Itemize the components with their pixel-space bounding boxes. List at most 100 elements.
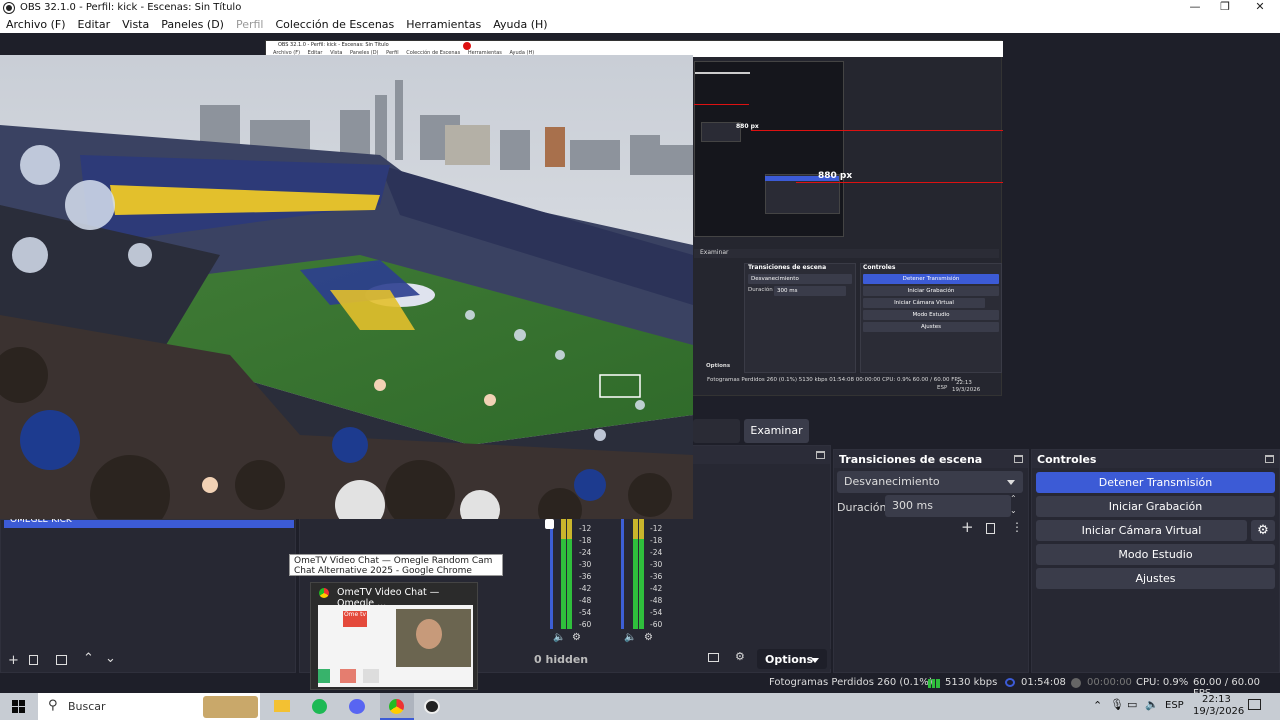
red-guide-line — [796, 182, 1003, 183]
nested-options: Options — [706, 363, 731, 369]
menu-coleccion[interactable]: Colección de Escenas — [270, 18, 401, 31]
network-icon[interactable]: ▭ — [1127, 698, 1137, 711]
obs-taskbar-icon[interactable] — [424, 699, 440, 714]
sources-dock: OMEGLE KICK — [0, 516, 296, 673]
menu-archivo[interactable]: Archivo (F) — [0, 18, 72, 31]
options-menu[interactable]: Options — [765, 653, 813, 666]
add-icon[interactable]: + — [8, 653, 19, 668]
trash-icon[interactable] — [29, 655, 38, 665]
close-icon[interactable]: ✕ — [1245, 0, 1275, 15]
settings-button[interactable]: Ajustes — [1036, 568, 1275, 589]
start-virtual-camera-button[interactable]: Iniciar Cámara Virtual — [1036, 520, 1247, 541]
tick-label: -12 — [579, 524, 592, 533]
spin-up-icon[interactable]: ⌃ — [1010, 494, 1017, 503]
popout-icon[interactable] — [1014, 455, 1023, 463]
nested-record-button: Iniciar Grabación — [863, 286, 999, 296]
trash-icon[interactable] — [986, 523, 995, 534]
tick-label: -36 — [650, 572, 663, 581]
sources-toolbar: + ⌃ ⌄ — [0, 651, 296, 673]
chevron-up-icon[interactable]: ⌃ — [1093, 699, 1102, 712]
taskbar-thumbnail[interactable]: OmeTV Video Chat — Omegle ... Ome tv — [310, 582, 478, 690]
more-options-icon[interactable]: ⋮ — [1011, 520, 1023, 534]
spin-down-icon[interactable]: ⌄ — [1010, 506, 1017, 515]
chevron-down-icon — [811, 658, 819, 663]
transition-value: Desvanecimiento — [844, 475, 940, 488]
menu-editar[interactable]: Editar — [72, 18, 117, 31]
file-explorer-icon[interactable] — [274, 700, 290, 712]
nested-settings-button: Ajustes — [863, 322, 999, 332]
stop-streaming-button[interactable]: Detener Transmisión — [1036, 472, 1275, 493]
windows-start-icon[interactable] — [12, 700, 25, 713]
popout-icon[interactable] — [1265, 455, 1274, 463]
taskbar-search[interactable]: ⚲ Buscar — [38, 693, 260, 720]
add-transition-icon[interactable]: + — [961, 518, 974, 536]
spotify-icon[interactable] — [312, 699, 327, 714]
speaker-icon[interactable]: 🔈 — [624, 632, 636, 643]
move-down-icon[interactable]: ⌄ — [105, 651, 116, 666]
start-recording-button[interactable]: Iniciar Grabación — [1036, 496, 1275, 517]
tick-label: -18 — [650, 536, 663, 545]
move-up-icon[interactable]: ⌃ — [83, 651, 94, 666]
gear-icon[interactable]: ⚙ — [572, 632, 581, 643]
nested-stop-button: Detener Transmisión — [863, 274, 999, 284]
level-meter-peak — [633, 519, 638, 539]
clock-time[interactable]: 22:13 — [1202, 694, 1231, 705]
virtual-camera-settings-icon[interactable]: ⚙ — [1251, 520, 1275, 541]
menu-ayuda[interactable]: Ayuda (H) — [487, 18, 553, 31]
minimize-icon[interactable]: — — [1180, 0, 1210, 15]
speaker-icon[interactable]: 🔈 — [553, 632, 565, 643]
red-guide-line — [694, 104, 749, 105]
language-indicator[interactable]: ESP — [1165, 700, 1184, 711]
search-highlight-image — [203, 696, 258, 718]
controls-header: Controles — [1032, 450, 1279, 468]
studio-mode-button[interactable]: Modo Estudio — [1036, 544, 1275, 565]
chrome-taskbar-button[interactable] — [380, 693, 414, 720]
level-meter-peak — [567, 519, 572, 539]
transition-select[interactable]: Desvanecimiento — [837, 471, 1023, 493]
properties-icon[interactable] — [56, 655, 67, 665]
volume-slider-handle[interactable] — [545, 519, 554, 529]
tick-label: -30 — [650, 560, 663, 569]
measure-label: 880 px — [736, 123, 759, 130]
tick-label: -60 — [579, 620, 592, 629]
nested-duration-label: Duración — [748, 287, 773, 293]
level-meter — [633, 539, 638, 629]
gear-icon[interactable]: ⚙ — [644, 632, 653, 643]
volume-icon[interactable]: 🔈 — [1145, 698, 1159, 711]
popout-icon[interactable] — [816, 451, 825, 459]
chevron-down-icon — [1007, 480, 1015, 485]
tick-label: -54 — [650, 608, 663, 617]
tick-label: -48 — [579, 596, 592, 605]
search-icon: ⚲ — [48, 698, 58, 713]
record-dot-icon — [463, 42, 471, 50]
menu-vista[interactable]: Vista — [116, 18, 155, 31]
examinar-field — [693, 419, 740, 443]
stadium-image-source[interactable] — [0, 55, 693, 519]
cpu-usage: CPU: 0.9% — [1136, 677, 1189, 688]
microphone-icon[interactable]: 🎙 — [1110, 698, 1124, 711]
network-bars-icon — [928, 679, 940, 688]
thumbnail-preview: Ome tv — [318, 605, 473, 687]
examinar-button[interactable]: Examinar — [744, 419, 809, 443]
obs-main: OBS 32.1.0 - Perfil: kick - Escenas: Sin… — [0, 33, 1280, 673]
notifications-icon[interactable] — [1248, 699, 1261, 710]
nested-tray-lang: ESP — [937, 385, 948, 391]
mixer-settings-icon[interactable]: ⚙ — [735, 650, 745, 663]
menu-perfil[interactable]: Perfil — [230, 18, 270, 31]
discord-icon[interactable] — [349, 699, 365, 714]
clock-date[interactable]: 19/3/2026 — [1193, 706, 1244, 717]
layout-icon[interactable] — [708, 653, 719, 662]
transitions-header: Transiciones de escena — [834, 450, 1028, 468]
dropped-frames: Fotogramas Perdidos 260 (0.1%) — [769, 677, 933, 688]
source-item-selected[interactable]: OMEGLE KICK — [4, 516, 294, 528]
transitions-dock: Transiciones de escena Desvanecimiento D… — [833, 449, 1029, 673]
nested-tray-time: 22:13 — [956, 380, 972, 386]
level-meter — [561, 539, 566, 629]
level-meter — [639, 539, 644, 629]
menu-herramientas[interactable]: Herramientas — [400, 18, 487, 31]
duration-field[interactable]: 300 ms — [885, 495, 1011, 517]
menu-paneles[interactable]: Paneles (D) — [155, 18, 230, 31]
maximize-icon[interactable]: ❐ — [1210, 0, 1240, 15]
duration-label: Duración — [837, 501, 887, 514]
window-title: OBS 32.1.0 - Perfil: kick - Escenas: Sin… — [20, 2, 242, 13]
